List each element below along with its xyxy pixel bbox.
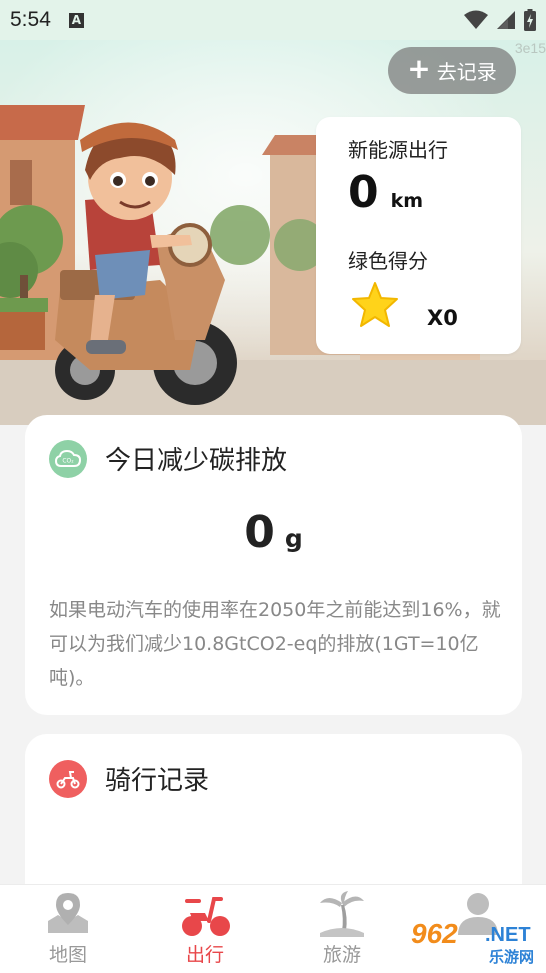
watermark-site-name: 乐游网 (489, 948, 535, 966)
green-score-value: X0 (427, 306, 458, 330)
site-watermark: 962 .NET 乐游网 (405, 918, 546, 972)
notification-icon: A (68, 12, 84, 28)
ride-record-title: 骑行记录 (105, 766, 210, 796)
carbon-reduction-card: CO₂ 今日减少碳排放 0 g 如果电动汽车的使用率在2050年之前能达到16%… (25, 415, 522, 715)
new-energy-title: 新能源出行 (348, 138, 448, 162)
nav-label-travel: 出行 (185, 944, 224, 966)
hero-watermark: 3e15 (514, 40, 546, 56)
add-record-label: 去记录 (436, 60, 497, 84)
nav-label-map: 地图 (48, 944, 87, 966)
wifi-icon (464, 10, 488, 29)
battery-charging-icon (524, 9, 536, 31)
carbon-value: 0 (244, 507, 275, 558)
scooter-icon (182, 897, 230, 936)
carbon-readout: 0 g (25, 507, 522, 558)
map-pin-icon (48, 893, 88, 933)
carbon-description: 如果电动汽车的使用率在2050年之前能达到16%，就可以为我们减少10.8GtC… (49, 599, 501, 689)
carbon-unit: g (284, 524, 303, 553)
status-icons (464, 9, 536, 31)
signal-icon (497, 11, 515, 29)
star-icon (352, 282, 398, 327)
plus-icon: + (407, 52, 431, 85)
distance-value: 0 (348, 167, 379, 218)
nav-label-tourism: 旅游 (322, 944, 361, 966)
distance-readout: 0 km (348, 167, 423, 218)
nav-item-map[interactable]: 地图 (8, 885, 128, 973)
watermark-number: 962 (411, 918, 458, 949)
nav-item-tourism[interactable]: 旅游 (282, 885, 402, 973)
co2-icon: CO₂ (49, 440, 87, 478)
distance-unit: km (390, 190, 424, 212)
add-record-button[interactable]: + 去记录 (388, 47, 516, 94)
carbon-title: 今日减少碳排放 (105, 446, 288, 476)
status-bar: 5:54 A (0, 0, 546, 40)
green-score-title: 绿色得分 (348, 249, 428, 273)
watermark-domain: .NET (485, 924, 531, 946)
status-time: 5:54 (10, 8, 51, 31)
scooter-icon (49, 760, 87, 798)
nav-item-travel[interactable]: 出行 (145, 885, 265, 973)
stats-card: 新能源出行 0 km 绿色得分 X0 (316, 117, 521, 354)
svg-text:CO₂: CO₂ (62, 458, 74, 465)
palm-tree-icon (320, 891, 364, 937)
